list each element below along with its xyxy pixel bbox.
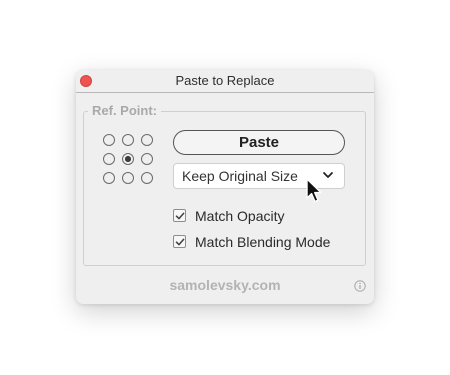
ref-point-middle-right[interactable]: [141, 153, 153, 165]
ref-point-top-right[interactable]: [141, 134, 153, 146]
paste-button[interactable]: Paste: [173, 130, 345, 155]
ref-point-top-left[interactable]: [103, 134, 115, 146]
match-blending-label: Match Blending Mode: [195, 234, 331, 250]
size-dropdown-value: Keep Original Size: [182, 168, 298, 184]
ref-point-top-center[interactable]: [122, 134, 134, 146]
info-icon[interactable]: [354, 280, 366, 292]
window-title: Paste to Replace: [175, 73, 275, 88]
footer-link[interactable]: samolevsky.com: [76, 276, 374, 294]
ref-point-bottom-right[interactable]: [141, 172, 153, 184]
title-bar[interactable]: Paste to Replace: [76, 70, 374, 93]
arrow-cursor-icon: [306, 178, 322, 203]
ref-point-middle-left[interactable]: [103, 153, 115, 165]
checkmark-icon: [175, 238, 185, 246]
checkmark-icon: [175, 212, 185, 220]
ref-point-center[interactable]: [122, 153, 134, 165]
ref-point-label: Ref. Point:: [88, 102, 161, 120]
ref-point-bottom-left[interactable]: [103, 172, 115, 184]
match-opacity-label: Match Opacity: [195, 208, 285, 224]
ref-point-bottom-center[interactable]: [122, 172, 134, 184]
match-opacity-checkbox[interactable]: [173, 209, 186, 222]
match-blending-checkbox[interactable]: [173, 235, 186, 248]
paste-to-replace-panel: Paste to Replace Ref. Point: Paste Keep …: [76, 70, 374, 304]
close-icon[interactable]: [80, 75, 92, 87]
